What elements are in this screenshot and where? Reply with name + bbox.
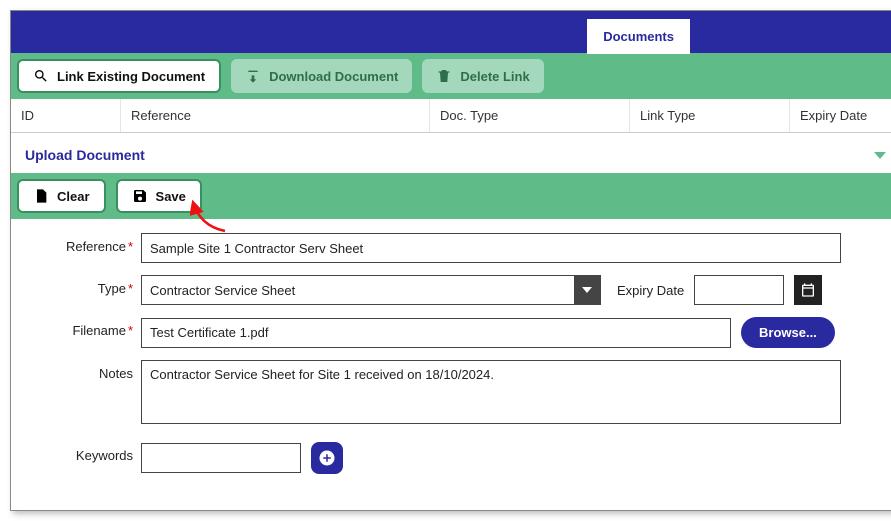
- type-select[interactable]: Contractor Service Sheet: [141, 275, 601, 305]
- browse-button[interactable]: Browse...: [741, 317, 835, 348]
- delete-link-label: Delete Link: [460, 69, 529, 84]
- link-existing-label: Link Existing Document: [57, 69, 205, 84]
- download-icon: [245, 68, 261, 84]
- reference-input[interactable]: [141, 233, 841, 263]
- file-icon: [33, 188, 49, 204]
- tab-documents[interactable]: Documents: [587, 19, 690, 54]
- collapse-icon: [874, 152, 886, 159]
- upload-section-title: Upload Document: [25, 147, 145, 163]
- label-reference: Reference*: [25, 233, 133, 254]
- upload-section-header[interactable]: Upload Document: [11, 133, 891, 173]
- calendar-button[interactable]: [794, 275, 822, 305]
- label-expiry: Expiry Date: [617, 283, 684, 298]
- col-link-type[interactable]: Link Type: [630, 99, 790, 132]
- keywords-input[interactable]: [141, 443, 301, 473]
- top-navbar: Documents: [11, 11, 891, 53]
- upload-form: Reference* Type* Contractor Service Shee…: [11, 219, 891, 510]
- calendar-icon: [800, 282, 816, 298]
- save-icon: [132, 188, 148, 204]
- col-doc-type[interactable]: Doc. Type: [430, 99, 630, 132]
- download-document-label: Download Document: [269, 69, 398, 84]
- type-select-value: Contractor Service Sheet: [150, 283, 295, 298]
- label-type: Type*: [25, 275, 133, 296]
- label-notes: Notes: [25, 360, 133, 381]
- label-filename: Filename*: [25, 317, 133, 338]
- expiry-date-input[interactable]: [694, 275, 784, 305]
- doc-toolbar: Link Existing Document Download Document…: [11, 53, 891, 99]
- col-reference[interactable]: Reference: [121, 99, 430, 132]
- grid-header: ID Reference Doc. Type Link Type Expiry …: [11, 99, 891, 133]
- search-icon: [33, 68, 49, 84]
- save-label: Save: [156, 189, 186, 204]
- chevron-down-icon: [574, 276, 600, 304]
- notes-textarea[interactable]: Contractor Service Sheet for Site 1 rece…: [141, 360, 841, 424]
- col-expiry[interactable]: Expiry Date: [790, 99, 891, 132]
- save-button[interactable]: Save: [116, 179, 202, 213]
- clear-button[interactable]: Clear: [17, 179, 106, 213]
- trash-icon: [436, 68, 452, 84]
- label-keywords: Keywords: [25, 442, 133, 463]
- app-frame: Documents Link Existing Document Downloa…: [10, 10, 891, 511]
- link-existing-button[interactable]: Link Existing Document: [17, 59, 221, 93]
- clear-label: Clear: [57, 189, 90, 204]
- col-id[interactable]: ID: [11, 99, 121, 132]
- download-document-button[interactable]: Download Document: [231, 59, 412, 93]
- form-toolbar: Clear Save: [11, 173, 891, 219]
- delete-link-button[interactable]: Delete Link: [422, 59, 543, 93]
- filename-input[interactable]: [141, 318, 731, 348]
- add-keyword-button[interactable]: [311, 442, 343, 474]
- plus-icon: [318, 449, 336, 467]
